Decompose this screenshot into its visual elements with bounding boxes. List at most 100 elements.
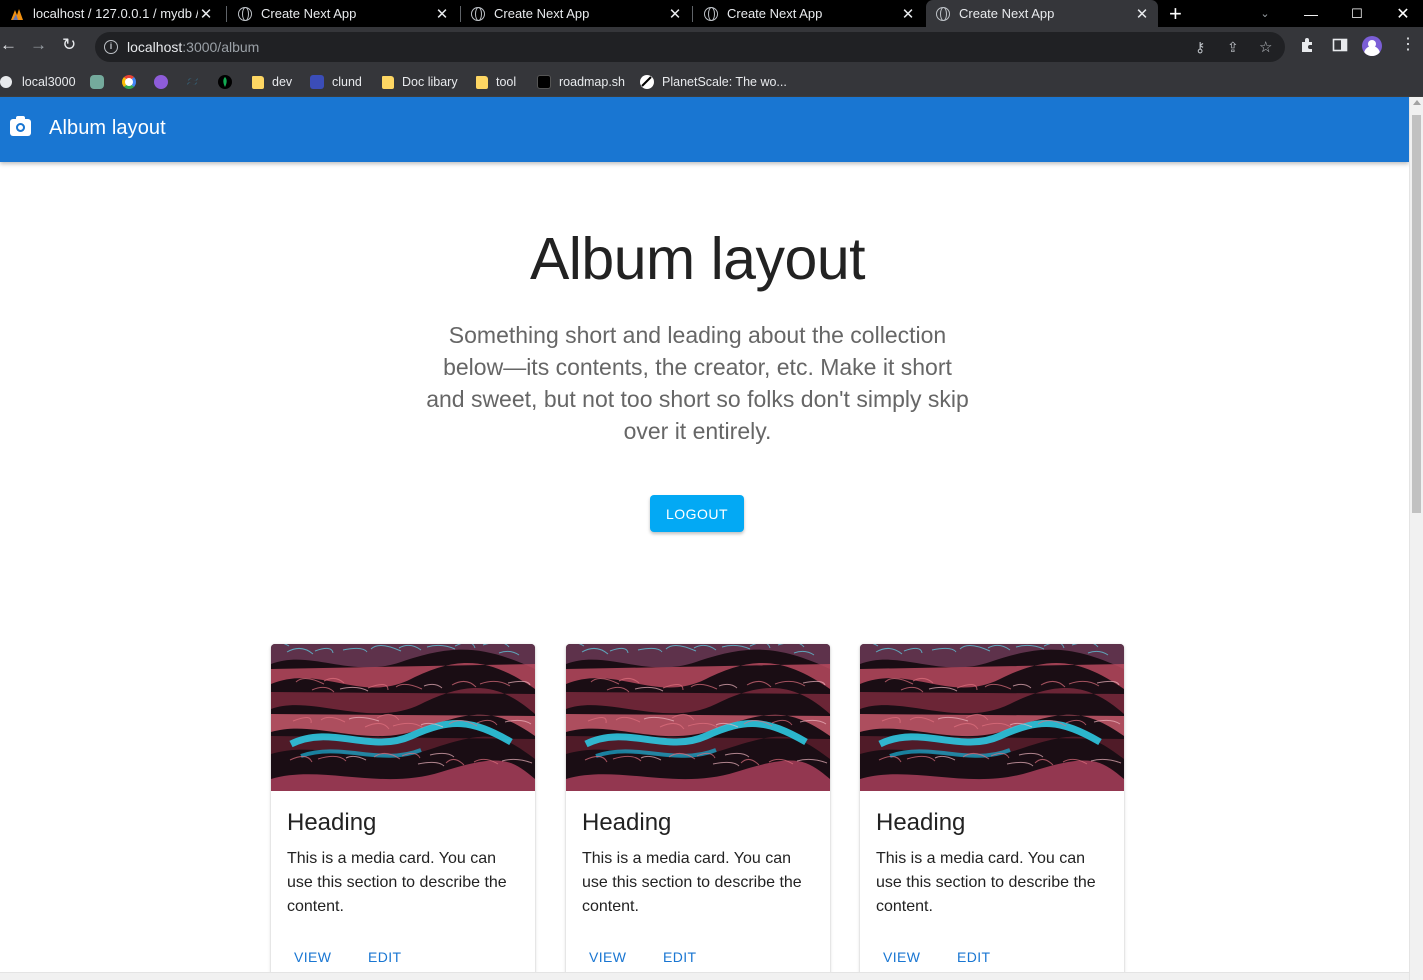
- forward-icon[interactable]: →: [30, 35, 47, 55]
- bookmark-folder-tool[interactable]: tool: [476, 72, 516, 92]
- view-button[interactable]: VIEW: [583, 949, 632, 965]
- tab-title: Create Next App: [727, 6, 823, 21]
- media-card: Heading This is a media card. You can us…: [860, 644, 1124, 980]
- bookmark-folder-dev[interactable]: dev: [252, 72, 292, 92]
- camera-icon: [10, 116, 31, 136]
- close-icon[interactable]: ✕: [1134, 5, 1150, 23]
- close-window-button[interactable]: ✕: [1388, 0, 1418, 27]
- maximize-button[interactable]: ☐: [1342, 0, 1372, 27]
- media-card: Heading This is a media card. You can us…: [271, 644, 535, 980]
- address-bar[interactable]: i localhost:3000/album ⚷ ⇪ ☆: [95, 32, 1285, 62]
- bookmark-clund[interactable]: clund: [310, 72, 362, 92]
- hero-description: Something short and leading about the co…: [426, 322, 969, 444]
- page-viewport: Album layout Album layout Something shor…: [0, 97, 1409, 980]
- phpmyadmin-icon: [10, 7, 24, 21]
- back-icon[interactable]: ←: [0, 35, 17, 55]
- edit-button[interactable]: EDIT: [951, 949, 997, 965]
- card-heading: Heading: [876, 809, 966, 836]
- close-icon[interactable]: ✕: [667, 5, 683, 23]
- tab-create-next-app[interactable]: Create Next App ✕: [461, 0, 691, 27]
- card-heading: Heading: [287, 809, 377, 836]
- minimize-button[interactable]: —: [1296, 0, 1326, 27]
- tab-create-next-app-active[interactable]: Create Next App ✕: [926, 0, 1158, 27]
- tab-divider: [692, 6, 693, 22]
- tab-strip: localhost / 127.0.0.1 / mydb / us ✕ Crea…: [0, 0, 1423, 27]
- tab-title: localhost / 127.0.0.1 / mydb / us: [33, 6, 198, 21]
- site-info-icon[interactable]: i: [104, 40, 118, 54]
- bookmark-folder-doc-libary[interactable]: Doc libary: [382, 72, 458, 92]
- cloud-app-icon: [310, 75, 324, 89]
- globe-icon: [0, 76, 12, 88]
- side-panel-icon[interactable]: [1332, 37, 1348, 57]
- close-icon[interactable]: ✕: [900, 5, 916, 23]
- star-icon[interactable]: ☆: [1259, 38, 1272, 56]
- google-icon: [122, 75, 136, 89]
- horizontal-scrollbar[interactable]: [0, 972, 1409, 980]
- app-icon: [154, 75, 168, 89]
- folder-icon: [382, 75, 394, 89]
- card-heading: Heading: [582, 809, 672, 836]
- media-card: Heading This is a media card. You can us…: [566, 644, 830, 980]
- tab-title: Create Next App: [959, 6, 1055, 21]
- abstract-art-image: [271, 644, 535, 791]
- abstract-art-image: [566, 644, 830, 791]
- view-button[interactable]: VIEW: [877, 949, 926, 965]
- folder-icon: [476, 75, 488, 89]
- new-tab-button[interactable]: +: [1169, 1, 1182, 27]
- tab-phpmyadmin[interactable]: localhost / 127.0.0.1 / mydb / us ✕: [0, 0, 222, 27]
- logout-button[interactable]: LOGOUT: [650, 495, 744, 532]
- profile-avatar[interactable]: [1362, 36, 1382, 56]
- globe-icon: [704, 6, 718, 21]
- menu-icon[interactable]: ⋮: [1400, 34, 1416, 54]
- card-image: [860, 644, 1124, 791]
- url-text[interactable]: localhost:3000/album: [127, 39, 259, 55]
- edit-button[interactable]: EDIT: [362, 949, 408, 965]
- hero-title: Album layout: [529, 226, 866, 292]
- tab-create-next-app[interactable]: Create Next App ✕: [228, 0, 458, 27]
- scrollbar-thumb[interactable]: [1412, 115, 1421, 513]
- extensions-icon[interactable]: [1299, 37, 1315, 57]
- vertical-scrollbar[interactable]: [1409, 97, 1423, 980]
- globe-icon: [471, 6, 485, 21]
- tab-search-icon[interactable]: ⌄: [1250, 0, 1280, 27]
- card-description: This is a media card. You can use this s…: [876, 850, 1096, 915]
- bookmark-roadmap[interactable]: roadmap.sh: [537, 72, 625, 92]
- bookmark-google[interactable]: [122, 72, 144, 92]
- tab-create-next-app[interactable]: Create Next App ✕: [694, 0, 924, 27]
- tab-title: Create Next App: [494, 6, 590, 21]
- browser-chrome: localhost / 127.0.0.1 / mydb / us ✕ Crea…: [0, 0, 1423, 97]
- bookmark-app[interactable]: [154, 72, 176, 92]
- planetscale-icon: [640, 75, 654, 89]
- roadmap-icon: [537, 75, 551, 89]
- bookmark-chatgpt[interactable]: [90, 72, 112, 92]
- card-image: [566, 644, 830, 791]
- tailwind-icon: [186, 75, 200, 89]
- bookmark-planetscale[interactable]: PlanetScale: The wo...: [640, 72, 787, 92]
- app-bar: Album layout: [0, 97, 1409, 162]
- mongodb-icon: [218, 75, 232, 89]
- card-description: This is a media card. You can use this s…: [287, 850, 507, 915]
- bookmark-local3000[interactable]: local3000: [0, 72, 76, 92]
- view-button[interactable]: VIEW: [288, 949, 337, 965]
- key-icon[interactable]: ⚷: [1195, 39, 1205, 56]
- card-image: [271, 644, 535, 791]
- browser-toolbar: ← → ↻ i localhost:3000/album ⚷ ⇪ ☆ ⋮: [0, 27, 1423, 67]
- abstract-art-image: [860, 644, 1124, 791]
- bookmark-tailwind[interactable]: [186, 72, 208, 92]
- tab-title: Create Next App: [261, 6, 357, 21]
- globe-icon: [936, 6, 950, 21]
- scroll-up-icon[interactable]: [1413, 100, 1421, 105]
- globe-icon: [238, 6, 252, 21]
- card-description: This is a media card. You can use this s…: [582, 850, 802, 915]
- app-bar-title: Album layout: [49, 117, 166, 139]
- share-icon[interactable]: ⇪: [1227, 39, 1239, 56]
- chatgpt-icon: [90, 75, 104, 89]
- edit-button[interactable]: EDIT: [657, 949, 703, 965]
- close-icon[interactable]: ✕: [434, 5, 450, 23]
- folder-icon: [252, 75, 264, 89]
- reload-icon[interactable]: ↻: [62, 35, 76, 55]
- bookmarks-bar: local3000 dev clund Doc libary tool road…: [0, 67, 1423, 97]
- bookmark-mongodb[interactable]: [218, 72, 240, 92]
- close-icon[interactable]: ✕: [198, 5, 214, 23]
- tab-divider: [226, 6, 227, 22]
